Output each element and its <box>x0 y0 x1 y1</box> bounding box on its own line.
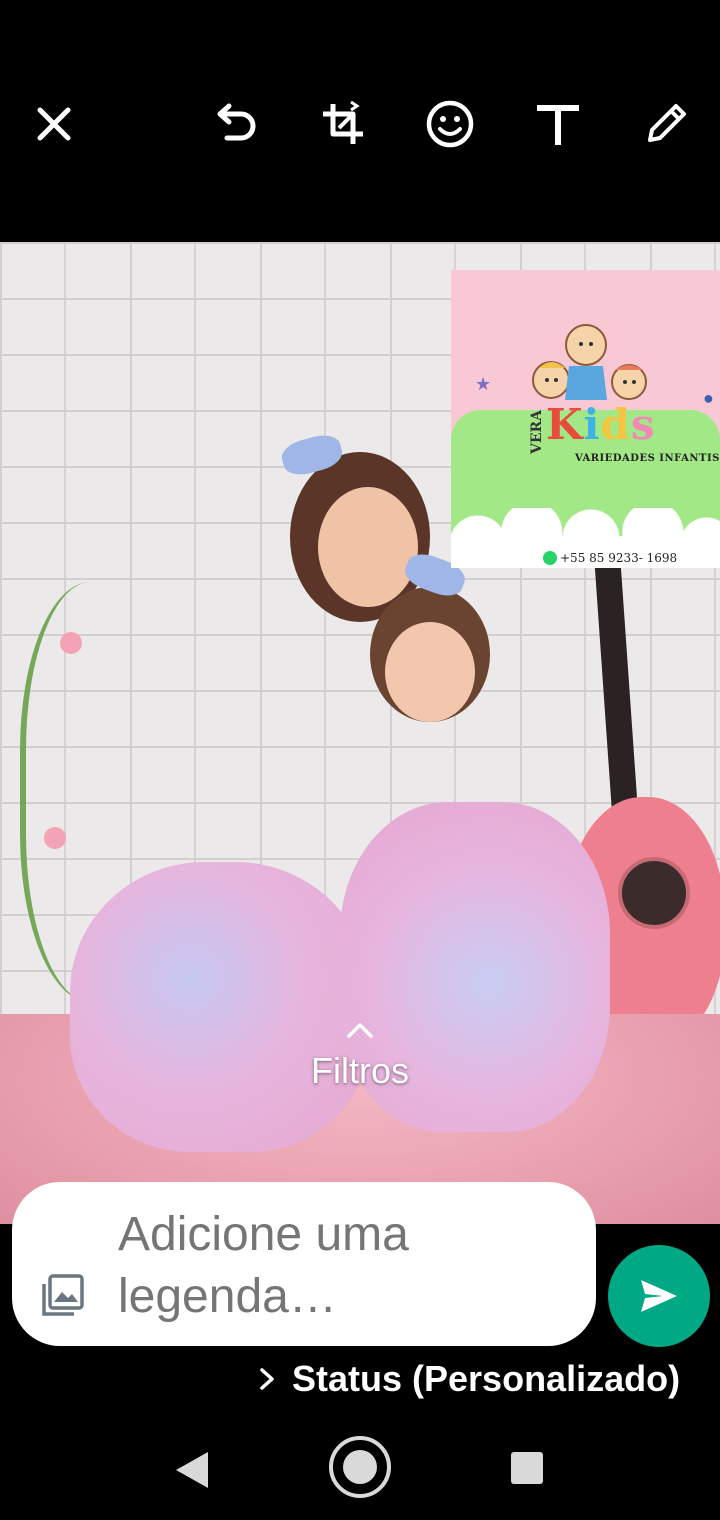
emoji-icon <box>426 100 474 148</box>
text-button[interactable] <box>528 92 588 156</box>
flower <box>44 827 66 849</box>
back-icon[interactable] <box>170 1448 214 1492</box>
pencil-icon <box>648 104 686 142</box>
undo-icon <box>217 103 256 141</box>
editor-toolbar <box>0 0 720 242</box>
text-icon <box>537 105 579 145</box>
caption-bar[interactable] <box>12 1182 596 1346</box>
send-icon <box>641 1280 677 1312</box>
flower <box>60 632 82 654</box>
vera-kids-logo[interactable]: ★ ● VERA Kids VARIEDADES INFANTIS +55 85… <box>451 270 720 568</box>
filters-label: Filtros <box>311 1050 409 1091</box>
logo-phone-number: +55 85 9233- 1698 <box>560 551 678 565</box>
logo-brand-prefix: VERA <box>529 409 545 454</box>
logo-letter: K <box>546 400 584 449</box>
logo-brand-name: Kids <box>546 400 656 449</box>
emoji-button[interactable] <box>420 92 480 156</box>
logo-phone: +55 85 9233- 1698 <box>543 551 677 565</box>
logo-letter: s <box>630 400 656 449</box>
gallery-icon[interactable] <box>40 1272 86 1318</box>
logo-letter: i <box>583 400 601 449</box>
caption-input[interactable] <box>118 1204 558 1324</box>
crop-rotate-button[interactable] <box>313 92 373 156</box>
logo-letter: d <box>600 400 631 449</box>
status-audience-selector[interactable]: Status (Personalizado) <box>258 1358 680 1400</box>
guitar-soundhole <box>618 857 690 929</box>
star-icon: ★ <box>475 374 492 394</box>
whatsapp-icon <box>543 551 557 565</box>
girl-dress-left <box>70 862 370 1152</box>
crop-rotate-icon <box>323 100 363 144</box>
recents-icon[interactable] <box>509 1450 545 1486</box>
dot-icon: ● <box>703 388 714 408</box>
logo-subtitle: VARIEDADES INFANTIS <box>575 453 720 464</box>
girl-face-right <box>385 622 475 722</box>
home-icon[interactable] <box>327 1434 393 1500</box>
close-icon <box>37 107 71 141</box>
send-button[interactable] <box>608 1245 710 1347</box>
status-label: Status (Personalizado) <box>292 1358 681 1399</box>
undo-button[interactable] <box>205 92 265 156</box>
filters-button[interactable]: Filtros <box>260 1020 460 1092</box>
chevron-up-icon <box>347 1023 373 1038</box>
chevron-right-icon <box>260 1368 274 1390</box>
close-button[interactable] <box>24 92 84 156</box>
draw-button[interactable] <box>636 92 696 156</box>
system-nav-bar <box>0 1420 720 1520</box>
girl-face-left <box>318 487 418 607</box>
